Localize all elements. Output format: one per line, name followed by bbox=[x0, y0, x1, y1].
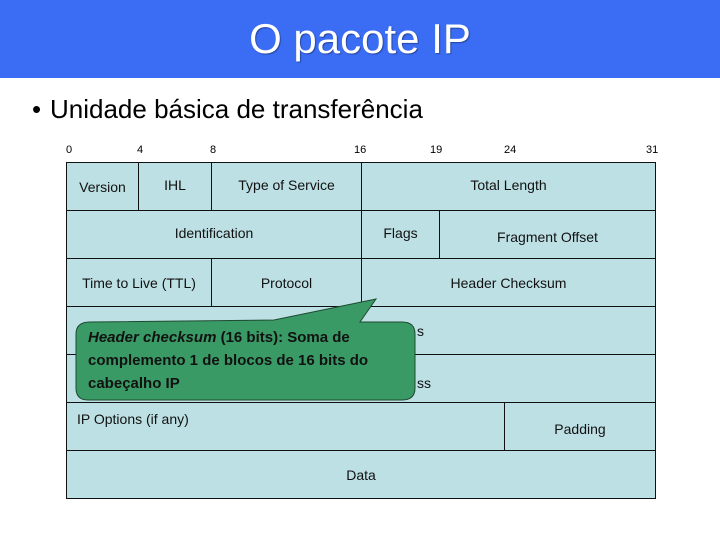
callout-text: Header checksum (16 bits): Soma de compl… bbox=[88, 326, 408, 395]
callout-term: Header checksum bbox=[88, 329, 217, 346]
callout-bubble bbox=[75, 298, 416, 401]
